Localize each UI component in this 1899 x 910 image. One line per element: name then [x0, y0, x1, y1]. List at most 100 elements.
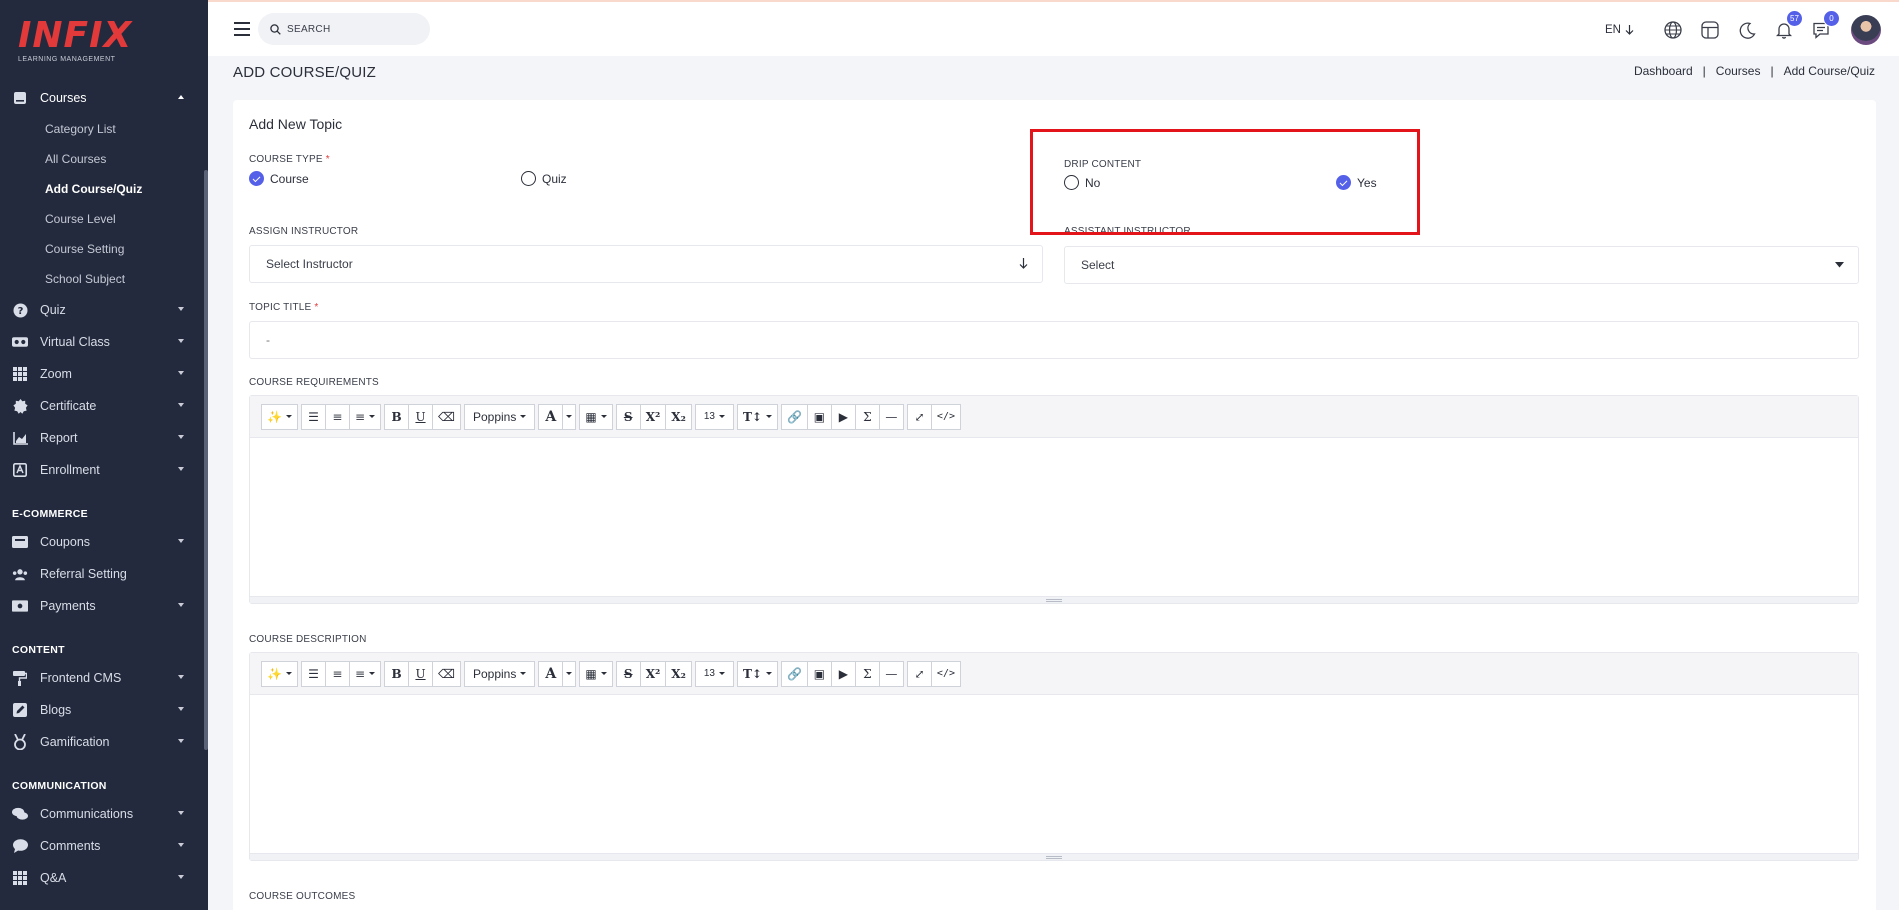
code-view-button[interactable]: </>: [930, 403, 961, 430]
video-button[interactable]: ▶: [830, 660, 856, 687]
font-color-dropdown[interactable]: [562, 403, 577, 430]
fullscreen-icon: ⤢: [914, 409, 925, 424]
code-icon: </>: [936, 668, 955, 679]
magic-wand-button[interactable]: ✨: [261, 403, 298, 430]
link-button[interactable]: 🔗: [780, 403, 808, 430]
numbered-list-icon: ≡: [332, 409, 343, 424]
sidebar-subitem-add-course-quiz[interactable]: Add Course/Quiz: [0, 174, 204, 204]
sidebar-item-frontend-cms[interactable]: Frontend CMS: [0, 662, 204, 694]
message-icon[interactable]: 0: [1810, 10, 1840, 41]
eraser-button[interactable]: ⌫: [432, 403, 461, 430]
chevron-down-icon: [178, 307, 184, 311]
course-requirements-textarea[interactable]: [250, 438, 1858, 596]
bullet-list-button[interactable]: ☰: [300, 403, 326, 430]
moon-icon[interactable]: [1736, 19, 1758, 41]
font-color-dropdown[interactable]: [562, 660, 577, 687]
math-button[interactable]: Σ: [854, 403, 880, 430]
sidebar-item-gamification[interactable]: Gamification: [0, 726, 204, 758]
topbar-actions: EN 57 0: [1605, 2, 1899, 58]
sidebar-item-blogs[interactable]: Blogs: [0, 694, 204, 726]
video-button[interactable]: ▶: [830, 403, 856, 430]
sidebar-item-virtual-class[interactable]: Virtual Class: [0, 326, 204, 358]
sidebar-subitem-all-courses[interactable]: All Courses: [0, 144, 204, 174]
sidebar-subitem-course-level[interactable]: Course Level: [0, 204, 204, 234]
globe-icon[interactable]: [1662, 19, 1684, 41]
sidebar-item-referral-setting[interactable]: Referral Setting: [0, 558, 204, 590]
sidebar-item-zoom[interactable]: Zoom: [0, 358, 204, 390]
font-color-button[interactable]: A: [538, 403, 564, 430]
eraser-button[interactable]: ⌫: [432, 660, 461, 687]
image-button[interactable]: ▣: [806, 403, 832, 430]
sidebar-subitem-course-setting[interactable]: Course Setting: [0, 234, 204, 264]
breadcrumb-courses[interactable]: Courses: [1716, 64, 1761, 78]
sidebar-subitem-category-list[interactable]: Category List: [0, 114, 204, 144]
subscript-button[interactable]: X₂: [665, 403, 692, 430]
sidebar-item-enrollment[interactable]: Enrollment: [0, 454, 204, 486]
align-button[interactable]: ≡: [348, 403, 382, 430]
superscript-button[interactable]: X²: [639, 403, 667, 430]
link-button[interactable]: 🔗: [780, 660, 808, 687]
bullet-list-button[interactable]: ☰: [300, 660, 326, 687]
sidebar-item-courses[interactable]: Courses: [0, 82, 204, 114]
underline-icon: U: [415, 666, 426, 681]
sidebar-item-coupons[interactable]: Coupons: [0, 526, 204, 558]
underline-button[interactable]: U: [408, 660, 434, 687]
line-height-button[interactable]: T↕: [736, 403, 778, 430]
sidebar-item-report[interactable]: Report: [0, 422, 204, 454]
superscript-button[interactable]: X²: [639, 660, 667, 687]
course-type-quiz-radio[interactable]: Quiz: [521, 171, 567, 186]
table-button[interactable]: ▦: [579, 660, 613, 687]
subscript-button[interactable]: X₂: [665, 660, 692, 687]
app-logo[interactable]: INFIX LEARNING MANAGEMENT: [18, 18, 131, 64]
menu-toggle-icon[interactable]: [234, 22, 250, 36]
horizontal-rule-button[interactable]: —: [878, 403, 904, 430]
editor-resize-handle[interactable]: [250, 596, 1858, 603]
sidebar-subitem-school-subject[interactable]: School Subject: [0, 264, 204, 294]
bold-button[interactable]: B: [384, 660, 410, 687]
sidebar-item-communications[interactable]: Communications: [0, 798, 204, 830]
magic-wand-button[interactable]: ✨: [261, 660, 298, 687]
code-view-button[interactable]: </>: [930, 660, 961, 687]
line-height-icon: T↕: [742, 409, 762, 424]
assistant-instructor-select[interactable]: Select: [1064, 246, 1859, 284]
sidebar-scrollbar[interactable]: [204, 170, 208, 750]
course-description-textarea[interactable]: [250, 695, 1858, 853]
strikethrough-button[interactable]: S: [615, 403, 641, 430]
breadcrumb-dashboard[interactable]: Dashboard: [1634, 64, 1693, 78]
strikethrough-button[interactable]: S: [615, 660, 641, 687]
font-family-dropdown[interactable]: Poppins: [463, 660, 536, 687]
editor-resize-handle[interactable]: [250, 853, 1858, 860]
math-button[interactable]: Σ: [854, 660, 880, 687]
horizontal-rule-button[interactable]: —: [878, 660, 904, 687]
fullscreen-button[interactable]: ⤢: [906, 660, 932, 687]
language-selector[interactable]: EN: [1605, 24, 1634, 36]
sidebar-item-comments[interactable]: Comments: [0, 830, 204, 862]
table-button[interactable]: ▦: [579, 403, 613, 430]
underline-button[interactable]: U: [408, 403, 434, 430]
line-height-button[interactable]: T↕: [736, 660, 778, 687]
sidebar-item-certificate[interactable]: Certificate: [0, 390, 204, 422]
font-size-dropdown[interactable]: 13: [694, 403, 734, 430]
font-color-button[interactable]: A: [538, 660, 564, 687]
sidebar-item-label: Coupons: [40, 535, 91, 549]
sidebar-item-label: Payments: [40, 599, 96, 613]
fullscreen-button[interactable]: ⤢: [906, 403, 932, 430]
bold-button[interactable]: B: [384, 403, 410, 430]
course-type-course-radio[interactable]: Course: [249, 171, 309, 186]
bell-icon[interactable]: 57: [1773, 10, 1803, 41]
assign-instructor-select[interactable]: Select Instructor: [249, 245, 1043, 283]
align-button[interactable]: ≡: [348, 660, 382, 687]
sidebar-item-payments[interactable]: Payments: [0, 590, 204, 622]
numbered-list-button[interactable]: ≡: [324, 660, 350, 687]
topic-title-input[interactable]: [249, 321, 1859, 359]
avatar[interactable]: [1851, 15, 1881, 45]
font-size-dropdown[interactable]: 13: [694, 660, 734, 687]
sidebar-item-qa[interactable]: Q&A: [0, 862, 204, 894]
layout-icon[interactable]: [1699, 19, 1721, 41]
search-box[interactable]: [258, 13, 430, 45]
sidebar-item-quiz[interactable]: ? Quiz: [0, 294, 204, 326]
search-input[interactable]: [287, 23, 417, 35]
numbered-list-button[interactable]: ≡: [324, 403, 350, 430]
font-family-dropdown[interactable]: Poppins: [463, 403, 536, 430]
image-button[interactable]: ▣: [806, 660, 832, 687]
